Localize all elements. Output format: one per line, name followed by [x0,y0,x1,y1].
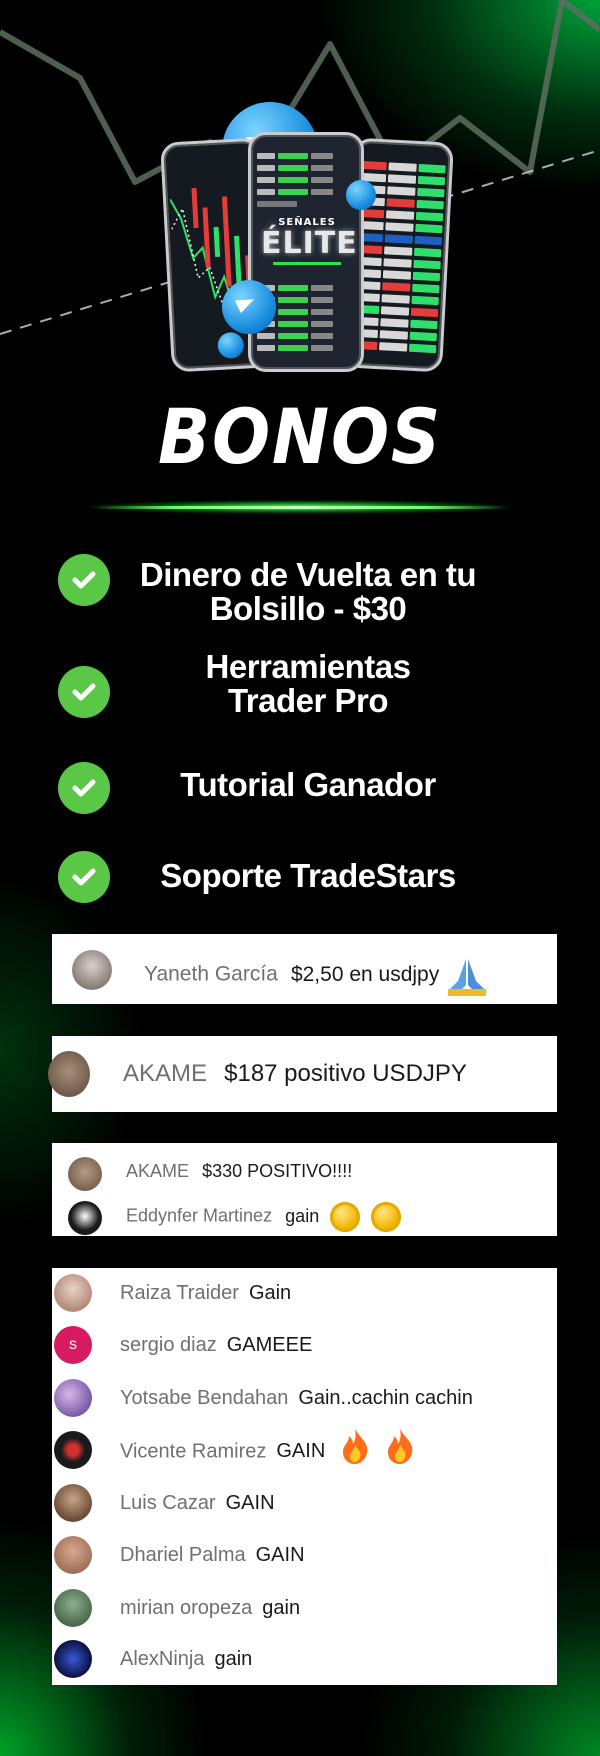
avatar [48,1051,90,1097]
commenter-name: mirian oropeza [120,1597,253,1619]
testimonial-card: Raiza Traider Gain s sergio diaz GAMEEE Yo… [52,1268,557,1685]
bonus-label: Soporte TradeStars [160,857,456,894]
avatar [68,1157,102,1191]
comment-text: gain [262,1597,301,1619]
coin-icon [330,1202,361,1232]
avatar [68,1201,102,1235]
list-item: Luis Cazar GAIN [52,1477,557,1529]
testimonial-card: AKAME $187 positivo USDJPY [48,1036,557,1112]
avatar [54,1536,92,1574]
commenter-name: AlexNinja [120,1648,205,1670]
comment-text: gain [285,1205,320,1226]
avatar [54,1379,92,1417]
elite-big-text: ÉLITE [261,226,358,261]
testimonial-card: Yaneth García $2,50 en usdjpy [52,934,557,1004]
fire-icon [388,1429,413,1464]
comment-text: $330 POSITIVO!!!! [202,1161,353,1181]
coin-icon [371,1202,402,1232]
elite-logo: SEÑALES ÉLITE [261,217,358,267]
avatar [54,1484,92,1522]
commenter-name: Raiza Traider [120,1282,239,1304]
folded-hands-icon [448,959,487,996]
phone-signals: SEÑALES ÉLITE [248,132,364,372]
comment-text: Gain [248,1282,292,1304]
comment-text: Gain..cachin cachin [298,1387,473,1409]
telegram-plane-small-icon [346,180,376,210]
avatar [54,1431,92,1469]
comment-text: GAIN [276,1440,326,1463]
commenter-name: Yaneth García [144,962,278,986]
comment-text: $2,50 en usdjpy [290,962,440,986]
comment-text: GAIN [255,1544,305,1566]
list-item: s sergio diaz GAMEEE [52,1319,557,1371]
avatar [54,1640,92,1678]
phones-illustration: SEÑALES ÉLITE [160,100,454,380]
commenter-name: sergio diaz [120,1334,217,1356]
commenter-name: Dhariel Palma [120,1544,246,1566]
commenter-name: AKAME [126,1161,190,1181]
comment-text: $187 positivo USDJPY [224,1060,467,1087]
telegram-plane-icon [222,280,276,334]
check-circle-icon [58,554,110,606]
bonus-label: Tutorial Ganador [180,766,436,803]
avatar [54,1274,92,1312]
list-item: Dhariel Palma GAIN [52,1529,557,1581]
commenter-name: Luis Cazar [120,1492,216,1514]
list-item: Raiza Traider Gain [52,1267,557,1319]
list-item: Yotsabe Bendahan Gain..cachin cachin [52,1372,557,1424]
commenter-name: Yotsabe Bendahan [120,1387,289,1409]
comment-text: gain [214,1648,253,1670]
comment-text: GAMEEE [226,1334,313,1356]
check-circle-icon [58,851,110,903]
commenter-name: Eddynfer Martinez [126,1205,273,1226]
list-item: Vicente Ramirez GAIN [52,1424,557,1476]
page-title: BONOS [158,392,442,481]
check-circle-icon [58,762,110,814]
avatar [54,1589,92,1627]
comment-text: GAIN [225,1492,275,1514]
page-background: SEÑALES ÉLITE BONOS Dinero de Vuelta en … [0,0,600,1756]
fire-icon [342,1429,368,1464]
list-item: mirian oropeza gain [52,1582,557,1634]
commenter-name: AKAME [123,1060,208,1087]
bonus-label: Dinero de Vuelta en tu Bolsillo - $30 [139,556,477,627]
testimonial-card: AKAME $330 POSITIVO!!!! Eddynfer Martine… [52,1143,557,1236]
avatar [72,950,112,990]
list-item: AlexNinja gain [52,1633,557,1685]
bonus-label: Herramientas Trader Pro [205,648,411,719]
avatar: s [54,1326,92,1364]
check-circle-icon [58,666,110,718]
commenter-name: Vicente Ramirez [120,1440,267,1463]
